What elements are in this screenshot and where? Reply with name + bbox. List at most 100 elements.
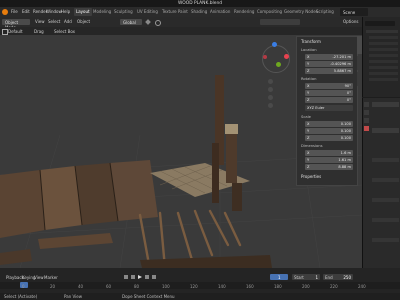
menu-help[interactable]: Help: [61, 9, 70, 14]
navigation-gizmo[interactable]: [262, 45, 290, 73]
rotation-mode-dropdown[interactable]: XYZ Euler: [305, 105, 353, 111]
property-row[interactable]: [372, 238, 399, 242]
dimensions-y-field[interactable]: Y 1.61 m: [305, 157, 353, 163]
menu-object[interactable]: Object: [77, 19, 90, 24]
rotation-y-field[interactable]: Y 0°: [305, 90, 353, 96]
start-frame-field[interactable]: Start 1: [292, 274, 320, 280]
orientation-dropdown[interactable]: Global: [120, 19, 142, 25]
tab-modeling[interactable]: Modeling: [91, 8, 113, 16]
outliner-row[interactable]: [366, 30, 398, 33]
keyframe-next-icon[interactable]: [145, 275, 149, 279]
property-row[interactable]: [372, 218, 399, 222]
outliner-row[interactable]: [369, 66, 398, 69]
select-box-label[interactable]: Select Box: [54, 29, 75, 34]
x-axis-icon[interactable]: [284, 54, 289, 59]
hand-icon[interactable]: [268, 87, 273, 92]
material-slot[interactable]: [372, 102, 399, 107]
sidebar-transform-panel: Transform Location X -27.201 m Y -0.40296 …: [296, 36, 358, 186]
location-y-value: -0.40296 m: [330, 62, 351, 66]
orientation-label: Global: [123, 20, 136, 25]
rotation-z-field[interactable]: Z 0°: [305, 97, 353, 103]
viewport-header: Object Mode View Select Add Object Globa…: [0, 17, 362, 30]
play-icon[interactable]: [138, 275, 142, 279]
outliner-panel: [362, 17, 400, 97]
axis-x: X: [307, 84, 310, 88]
y-axis-icon[interactable]: [276, 62, 281, 67]
menu-select[interactable]: Select: [48, 19, 60, 24]
grid-icon[interactable]: [268, 103, 273, 108]
outliner-row[interactable]: [369, 54, 398, 57]
tab-texture-paint[interactable]: Texture Paint: [160, 8, 190, 16]
property-row[interactable]: [372, 178, 399, 182]
scale-z-value: 0.100: [340, 136, 351, 140]
frame-tick: 60: [106, 284, 112, 289]
dimensions-z-value: 8.88 m: [338, 165, 351, 169]
status-context-menu: Dope Sheet Context Menu: [122, 294, 175, 299]
material-icon[interactable]: [364, 126, 369, 131]
properties-header[interactable]: Properties: [301, 174, 321, 179]
end-frame-field[interactable]: End 250: [323, 274, 353, 280]
snap-icon[interactable]: [145, 19, 151, 25]
mode-dropdown[interactable]: Object Mode: [2, 19, 30, 30]
axis-x: X: [307, 55, 310, 59]
search-input[interactable]: [365, 21, 395, 26]
menu-edit[interactable]: Edit: [22, 9, 30, 14]
menu-window[interactable]: Window: [46, 9, 62, 14]
render-icon[interactable]: [364, 110, 369, 115]
outliner-row[interactable]: [369, 72, 398, 75]
scale-x-field[interactable]: X 0.100: [305, 121, 353, 127]
timeline-view[interactable]: View: [34, 275, 44, 280]
camera-icon[interactable]: [268, 95, 273, 100]
menu-view[interactable]: View: [35, 19, 45, 24]
property-row[interactable]: [372, 158, 399, 162]
z-axis-icon[interactable]: [272, 42, 277, 47]
drag-label[interactable]: Drag: [34, 29, 44, 34]
neg-x-axis-icon[interactable]: [263, 55, 267, 59]
location-z-field[interactable]: Z 5.8867 m: [305, 68, 353, 74]
outliner-row[interactable]: [369, 48, 398, 51]
transform-header[interactable]: Transform: [301, 39, 321, 44]
dimensions-x-value: 1.6 m: [340, 151, 351, 155]
tab-scripting[interactable]: Scripting: [314, 8, 336, 16]
outliner-row[interactable]: [369, 42, 398, 45]
dimensions-x-field[interactable]: X 1.6 m: [305, 150, 353, 156]
scale-z-field[interactable]: Z 0.100: [305, 135, 353, 141]
output-icon[interactable]: [364, 118, 369, 123]
jump-end-icon[interactable]: [152, 275, 156, 279]
zoom-icon[interactable]: [268, 79, 273, 84]
proportional-icon[interactable]: [155, 20, 161, 26]
tab-layout[interactable]: Layout: [74, 8, 92, 16]
outliner-row[interactable]: [369, 78, 398, 81]
menu-add[interactable]: Add: [64, 19, 72, 24]
timeline-marker[interactable]: Marker: [44, 275, 58, 280]
shading-modes[interactable]: [260, 19, 300, 25]
scale-y-field[interactable]: Y 0.100: [305, 128, 353, 134]
tab-rendering[interactable]: Rendering: [232, 8, 256, 16]
title-bar: WOOD PLANK.blend: [0, 0, 400, 7]
keyframe-prev-icon[interactable]: [131, 275, 135, 279]
dimensions-z-field[interactable]: Z 8.88 m: [305, 164, 353, 170]
rotation-x-field[interactable]: X 90°: [305, 83, 353, 89]
jump-start-icon[interactable]: [124, 275, 128, 279]
rotation-y-value: 0°: [346, 91, 351, 95]
tab-shading[interactable]: Shading: [189, 8, 209, 16]
location-x-field[interactable]: X -27.201 m: [305, 54, 353, 60]
property-row[interactable]: [372, 198, 399, 202]
scene-selector[interactable]: Scene: [340, 8, 368, 16]
tab-compositing[interactable]: Compositing: [255, 8, 284, 16]
axis-x: X: [307, 122, 310, 126]
transform-orientation-label[interactable]: Default: [8, 29, 23, 34]
material-field[interactable]: [372, 128, 399, 133]
outliner-row[interactable]: [369, 60, 398, 63]
menu-file[interactable]: File: [11, 9, 18, 14]
outliner-row[interactable]: [369, 36, 398, 39]
axis-z: Z: [307, 136, 310, 140]
tool-icon[interactable]: [364, 102, 369, 107]
current-frame-field[interactable]: 1: [270, 274, 288, 280]
options-button[interactable]: Options: [343, 19, 358, 24]
tab-uv-editing[interactable]: UV Editing: [135, 8, 160, 16]
tab-animation[interactable]: Animation: [208, 8, 232, 16]
location-y-field[interactable]: Y -0.40296 m: [305, 61, 353, 67]
tab-sculpting[interactable]: Sculpting: [112, 8, 135, 16]
blender-logo-icon[interactable]: [2, 9, 8, 15]
